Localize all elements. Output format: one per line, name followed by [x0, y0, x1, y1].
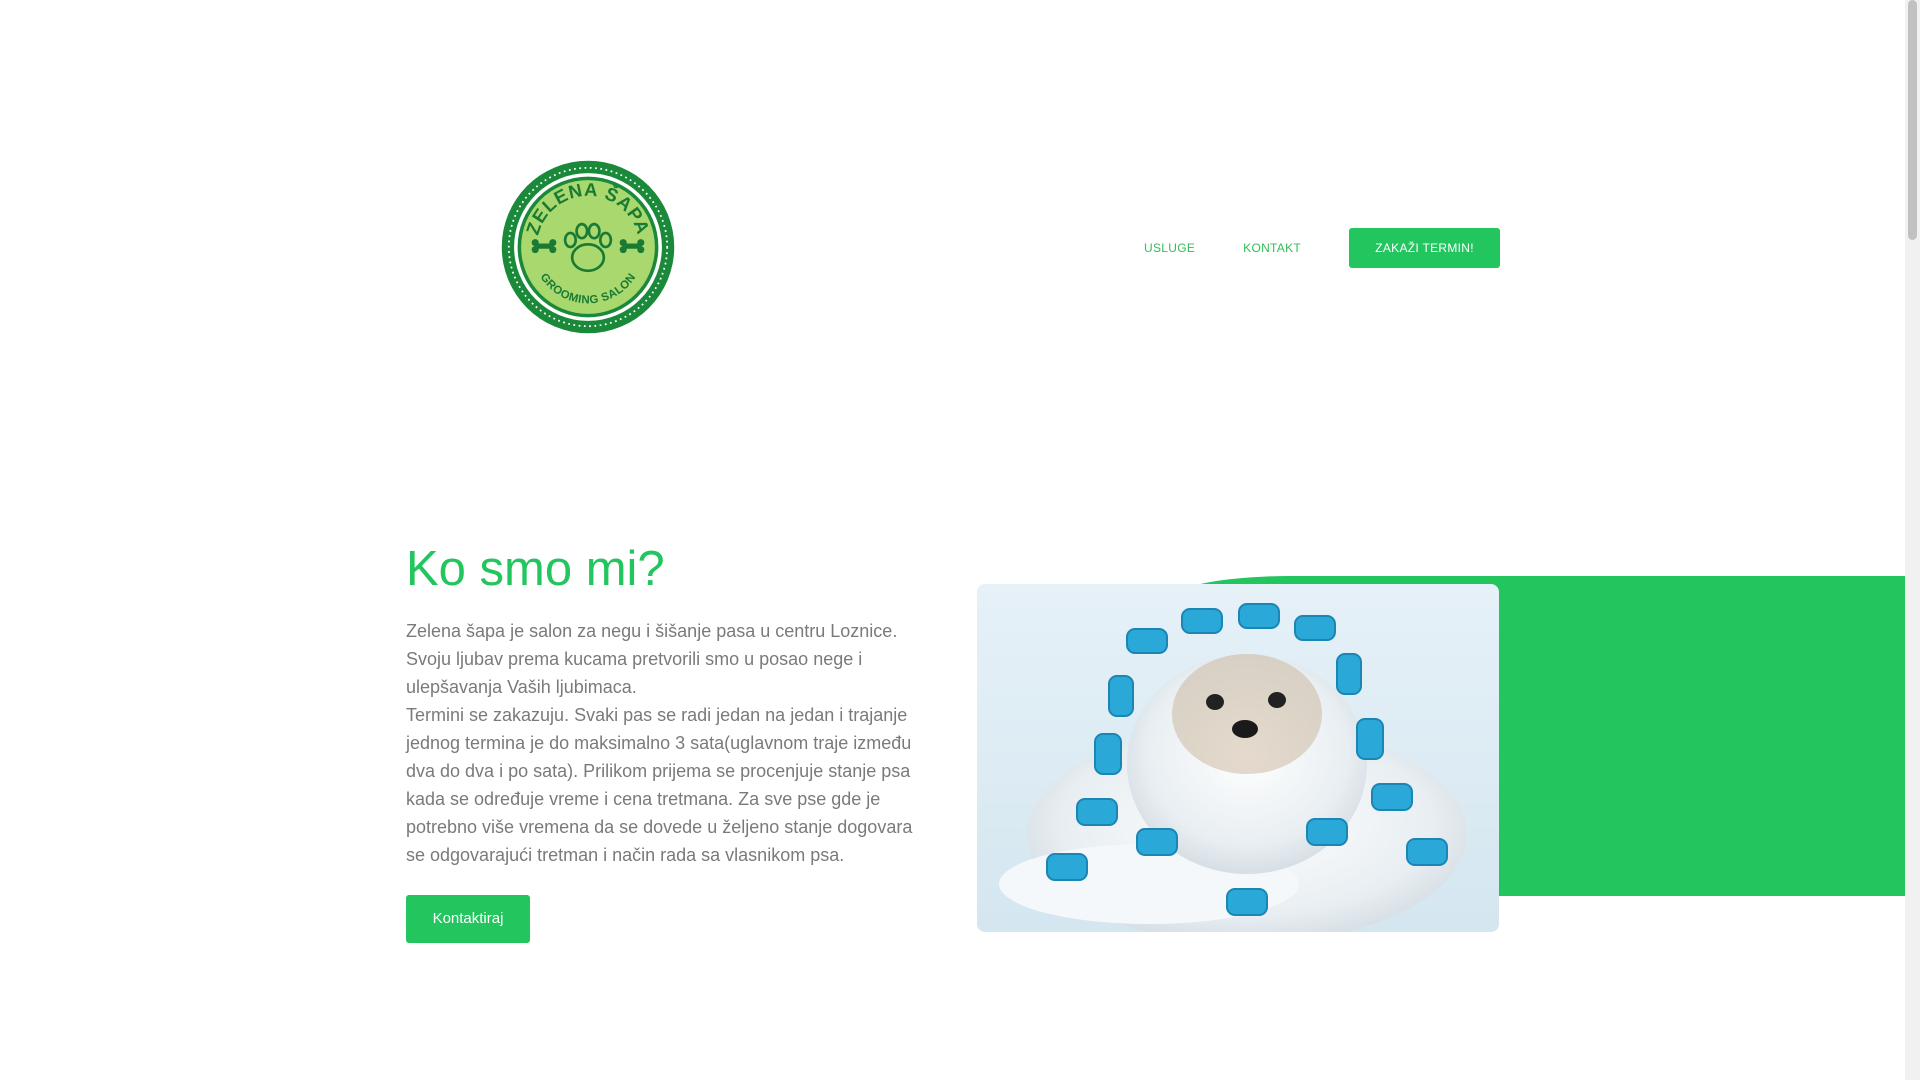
about-title: Ko smo mi?: [406, 542, 665, 596]
main-nav: USLUGE KONTAKT ZAKAŽI TERMIN!: [1120, 228, 1501, 268]
nav-link-kontakt[interactable]: KONTAKT: [1219, 241, 1325, 255]
dog-photo: [977, 584, 1499, 932]
paw-badge-icon: ZELENA ŠAPA GROOMING SALON: [501, 160, 675, 334]
page-scrollbar[interactable]: [1905, 0, 1920, 1080]
about-paragraph-2: Termini se zakazuju. Svaki pas se radi j…: [406, 704, 913, 865]
about-paragraph-1: Zelena šapa je salon za negu i šišanje p…: [406, 620, 898, 697]
book-appointment-button[interactable]: ZAKAŽI TERMIN!: [1349, 228, 1501, 268]
dog-with-curlers-image: [999, 603, 1467, 932]
nav-link-usluge[interactable]: USLUGE: [1120, 241, 1219, 255]
scrollbar-thumb[interactable]: [1908, 0, 1917, 240]
about-section: Ko smo mi? Zelena šapa je salon za negu …: [406, 540, 926, 943]
contact-button[interactable]: Kontaktiraj: [406, 894, 530, 943]
site-header: ZELENA ŠAPA GROOMING SALON USLUGE KONTAK…: [0, 0, 1905, 480]
site-logo[interactable]: ZELENA ŠAPA GROOMING SALON: [478, 142, 698, 352]
